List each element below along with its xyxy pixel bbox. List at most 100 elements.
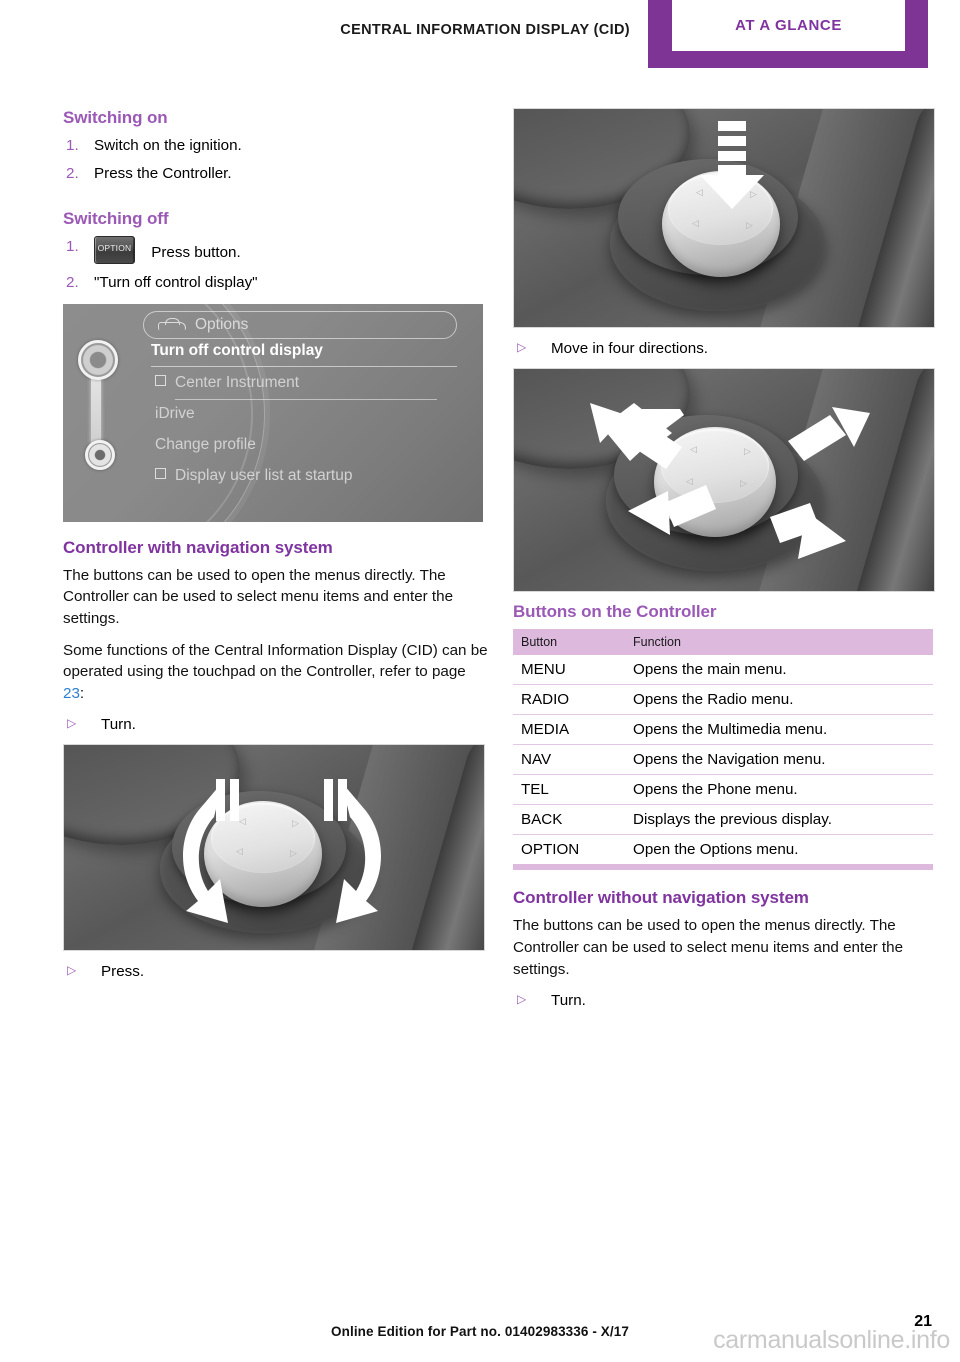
- heading-controller-with-nav: Controller with navigation system: [63, 537, 333, 557]
- bullet-list-turn: ▷ Turn.: [63, 714, 488, 736]
- page-footer: Online Edition for Part no. 01402983336 …: [0, 1302, 960, 1362]
- list-item: ▷ Move in four directions.: [513, 338, 938, 360]
- bullet-list-move: ▷ Move in four directions.: [513, 338, 938, 360]
- cid-separator: [151, 365, 457, 367]
- table-row: BACK Displays the previous display.: [513, 804, 933, 835]
- cid-menu-item[interactable]: iDrive: [155, 405, 195, 423]
- buttons-table: Button Function MENU Opens the main menu…: [513, 628, 933, 870]
- list-item: ▷ Turn.: [63, 714, 488, 736]
- list-item: 2. "Turn off control display": [63, 272, 488, 294]
- cell-button: BACK: [513, 804, 621, 835]
- checkbox-icon: [155, 374, 166, 386]
- triangle-bullet-icon: ▷: [67, 962, 77, 977]
- bullet-list-turn-2: ▷ Turn.: [513, 990, 938, 1012]
- controller-four-directions-photo: ◁ ▷ ◁ ▷: [513, 367, 935, 592]
- section-tab-label: AT A GLANCE: [735, 17, 842, 34]
- page-header: CENTRAL INFORMATION DISPLAY (CID) AT A G…: [0, 0, 960, 80]
- page-number: 21: [914, 1313, 932, 1330]
- cid-title-label: Options: [195, 315, 249, 333]
- bullet-text: Press.: [101, 962, 145, 980]
- table-row: OPTION Open the Options menu.: [513, 834, 933, 870]
- cell-button: RADIO: [513, 684, 621, 715]
- heading-switching-on: Switching on: [63, 108, 168, 127]
- left-column: Switching on 1. Switch on the ignition. …: [63, 108, 488, 991]
- paragraph-controller-with-nav-2: Some functions of the Central Informatio…: [63, 640, 488, 705]
- step-number: 1.: [66, 237, 79, 255]
- checkbox-icon: [155, 467, 166, 479]
- cid-menu-item-label: Center Instrument: [175, 373, 300, 391]
- heading-controller-without-nav: Controller without navigation system: [513, 887, 809, 907]
- dial-marker-icon: ◁: [692, 218, 699, 228]
- list-item: ▷ Turn.: [513, 990, 938, 1012]
- right-column: ◁ ▷ ◁ ▷ ▷ Move in four directions. ◁ ▷ ◁…: [513, 108, 938, 1020]
- cell-button: OPTION: [513, 834, 621, 870]
- paragraph-text-after-ref: :: [79, 684, 85, 702]
- section-tab-inner: AT A GLANCE: [672, 0, 905, 51]
- cid-menu-item[interactable]: Change profile: [155, 436, 256, 454]
- dial-marker-icon: ▷: [746, 220, 753, 230]
- four-direction-arrows-icon: [590, 402, 870, 559]
- heading-switching-off: Switching off: [63, 208, 169, 228]
- section-tab: AT A GLANCE: [648, 0, 928, 68]
- table-row: RADIO Opens the Radio menu.: [513, 684, 933, 715]
- controller-press-photo: ◁ ▷ ◁ ▷: [513, 108, 935, 328]
- bullet-text: Turn.: [551, 992, 586, 1010]
- cid-title-bar: Options: [143, 310, 457, 339]
- cell-function: Opens the Multimedia menu.: [621, 714, 933, 745]
- cid-menu-screenshot: Options Turn off control display Center …: [63, 303, 483, 522]
- cid-menu-item[interactable]: Center Instrument: [155, 374, 299, 392]
- cell-button: MENU: [513, 654, 621, 685]
- paragraph-text-before-ref: Some functions of the Central Informatio…: [63, 641, 488, 681]
- cell-function: Opens the Navigation menu.: [621, 744, 933, 775]
- cid-separator: [175, 398, 437, 400]
- cell-function: Opens the main menu.: [621, 654, 933, 685]
- heading-buttons-on-controller: Buttons on the Controller: [513, 601, 717, 621]
- page-reference-link[interactable]: 23: [63, 685, 80, 702]
- step-text: Switch on the ignition.: [94, 137, 242, 155]
- table-row: NAV Opens the Navigation menu.: [513, 744, 933, 775]
- car-icon: [156, 317, 186, 332]
- switching-off-steps: 1. OPTION Press button. 2. "Turn off con…: [63, 235, 488, 294]
- paragraph-controller-without-nav: The buttons can be used to open the menu…: [513, 917, 904, 978]
- cid-menu-item-selected[interactable]: Turn off control display: [151, 342, 323, 360]
- bullet-list-press: ▷ Press.: [63, 961, 488, 983]
- bullet-text: Move in four directions.: [551, 340, 709, 357]
- table-header-function: Function: [621, 628, 933, 655]
- step-number: 1.: [66, 137, 79, 155]
- step-text: Press button.: [151, 243, 241, 261]
- cid-arc-knob-top: [78, 339, 118, 380]
- press-arrow-icon: [700, 121, 764, 209]
- table-header-button: Button: [513, 628, 621, 655]
- cell-function: Opens the Phone menu.: [621, 774, 933, 805]
- step-number: 2.: [66, 273, 79, 291]
- bullet-text: Turn.: [101, 716, 136, 734]
- cid-arc-knob-bottom: [85, 439, 115, 470]
- list-item: ▷ Press.: [63, 961, 488, 983]
- table-row: MEDIA Opens the Multimedia menu.: [513, 714, 933, 745]
- rotation-arrows-icon: [183, 778, 381, 923]
- cell-button: MEDIA: [513, 714, 621, 745]
- step-text: "Turn off control display": [94, 273, 258, 291]
- chapter-title: CENTRAL INFORMATION DISPLAY (CID): [340, 22, 630, 38]
- controller-turn-photo: ◁ ▷ ◁ ▷: [63, 743, 485, 951]
- list-item: 2. Press the Controller.: [63, 163, 488, 185]
- step-text: Press the Controller.: [94, 164, 232, 182]
- switching-on-steps: 1. Switch on the ignition. 2. Press the …: [63, 135, 488, 184]
- cell-function: Opens the Radio menu.: [621, 684, 933, 715]
- triangle-bullet-icon: ▷: [517, 992, 527, 1007]
- cid-menu-item-label: Display user list at startup: [175, 466, 353, 484]
- paragraph-controller-with-nav-1: The buttons can be used to open the menu…: [63, 566, 454, 628]
- triangle-bullet-icon: ▷: [517, 340, 527, 354]
- cell-button: TEL: [513, 774, 621, 805]
- list-item: 1. OPTION Press button.: [63, 235, 488, 264]
- option-button-icon-label: OPTION: [97, 242, 132, 253]
- table-header-row: Button Function: [513, 628, 933, 655]
- table-row: MENU Opens the main menu.: [513, 654, 933, 685]
- cell-function: Open the Options menu.: [621, 834, 933, 870]
- cid-menu-item[interactable]: Display user list at startup: [155, 467, 352, 485]
- triangle-bullet-icon: ▷: [67, 716, 77, 731]
- table-row: TEL Opens the Phone menu.: [513, 774, 933, 805]
- list-item: 1. Switch on the ignition.: [63, 135, 488, 157]
- cell-button: NAV: [513, 744, 621, 775]
- cell-function: Displays the previous display.: [621, 804, 933, 835]
